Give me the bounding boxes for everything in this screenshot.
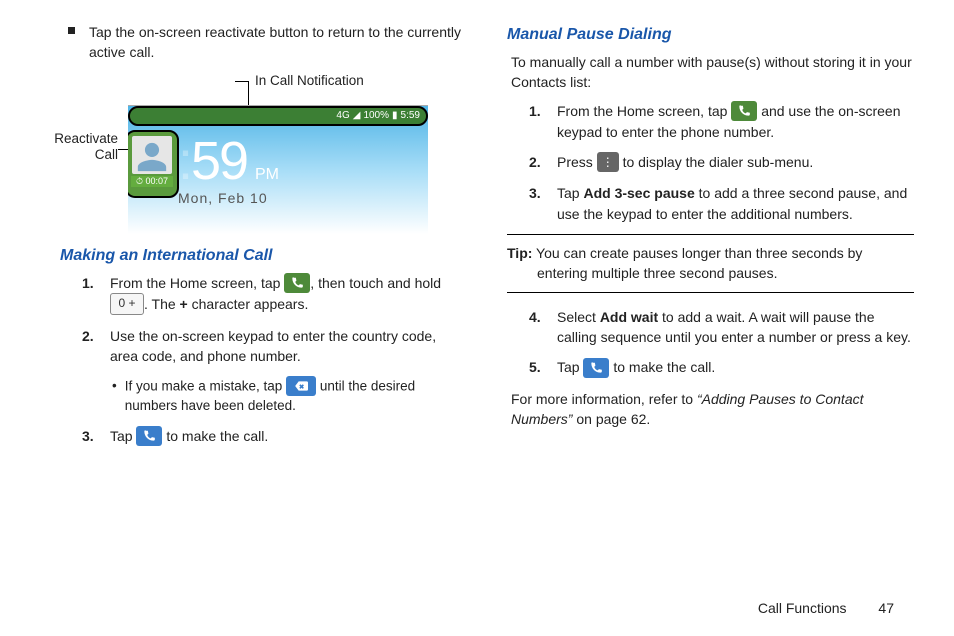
call-button-icon <box>136 426 162 446</box>
reactivate-call-widget: ⏱ 00:07 <box>128 130 179 198</box>
mp-step-5: 5. Tap to make the call. <box>529 357 914 378</box>
sub-text-a: If you make a mistake, tap <box>125 378 286 393</box>
clock-ampm: PM <box>255 166 279 183</box>
step-3: 3. Tap to make the call. <box>82 426 467 447</box>
footer-section: Call Functions <box>758 600 847 616</box>
mp5-text-a: Tap <box>557 359 583 375</box>
backspace-icon <box>286 376 316 396</box>
intro-text: To manually call a number with pause(s) … <box>511 52 914 93</box>
ref-text-a: For more information, refer to <box>511 391 697 407</box>
mp2-text-b: to display the dialer sub-menu. <box>623 154 814 170</box>
heading-manual-pause: Manual Pause Dialing <box>507 26 914 44</box>
page-footer: Call Functions 47 <box>758 600 894 616</box>
step-1: 1. From the Home screen, tap , then touc… <box>82 273 467 317</box>
callout-reactivate-line2: Call <box>95 147 118 162</box>
callout-in-call-notification: In Call Notification <box>255 73 364 89</box>
call-timer: ⏱ 00:07 <box>131 176 173 187</box>
call-button-icon <box>583 358 609 378</box>
ref-text-b: on page 62. <box>576 411 650 427</box>
add-3sec-label: Add 3-sec pause <box>583 185 694 201</box>
clock-minutes: 59 <box>191 131 247 191</box>
zero-plus-key: 0 + <box>110 293 144 315</box>
mp5-text-b: to make the call. <box>613 359 715 375</box>
step3-text-b: to make the call. <box>166 428 268 444</box>
step-2-sub: • If you make a mistake, tap until the d… <box>112 377 467 416</box>
mp-step-3: 3. Tap Add 3-sec pause to add a three se… <box>529 183 914 224</box>
clock-date: Mon, Feb 10 <box>178 190 279 206</box>
plus-char: + <box>180 296 188 312</box>
step-number: 3. <box>82 426 100 447</box>
mp4-text-a: Select <box>557 309 600 325</box>
callout-reactivate-call: Reactivate Call <box>42 131 118 163</box>
mp1-text-a: From the Home screen, tap <box>557 103 731 119</box>
bullet-text: Tap the on-screen reactivate button to r… <box>89 22 467 63</box>
mp2-text-a: Press <box>557 154 597 170</box>
step-number: 1. <box>529 101 547 143</box>
mp-step-2: 2. Press ⋮ to display the dialer sub-men… <box>529 152 914 173</box>
phone-screenshot: 4G ◢ 100% ▮ 5:59 ⏱ 00:07 :59 PM <box>128 105 428 234</box>
heading-international-call: Making an International Call <box>60 247 467 265</box>
mp3-text-a: Tap <box>557 185 583 201</box>
status-clock: 5:59 <box>401 110 420 121</box>
timer-value: 00:07 <box>146 176 169 186</box>
menu-icon: ⋮ <box>597 152 619 172</box>
step-2: 2. Use the on-screen keypad to enter the… <box>82 326 467 367</box>
square-bullet-icon <box>68 27 75 34</box>
right-column: Manual Pause Dialing To manually call a … <box>507 22 914 550</box>
phone-icon <box>731 101 757 121</box>
cross-reference: For more information, refer to “Adding P… <box>511 389 914 430</box>
footer-page-number: 47 <box>878 600 894 616</box>
step-number: 4. <box>529 307 547 348</box>
battery-icon: ▮ <box>392 110 398 121</box>
status-battery-pct: 100% <box>363 110 389 121</box>
mp-step-1: 1. From the Home screen, tap and use the… <box>529 101 914 143</box>
avatar-icon <box>132 136 172 174</box>
step1-text-d: character appears. <box>188 296 309 312</box>
tip-box: Tip: You can create pauses longer than t… <box>507 234 914 293</box>
tip-text-b: entering multiple three second pauses. <box>507 263 914 283</box>
step-number: 1. <box>82 273 100 317</box>
status-4g-label: 4G <box>336 110 349 121</box>
status-bar: 4G ◢ 100% ▮ 5:59 <box>128 106 428 126</box>
step-number: 3. <box>529 183 547 224</box>
tip-text-a: You can create pauses longer than three … <box>532 245 862 261</box>
step1-text-c: . The <box>144 296 180 312</box>
add-wait-label: Add wait <box>600 309 658 325</box>
in-call-figure: In Call Notification Reactivate Call 4G … <box>60 71 467 241</box>
bullet-item: Tap the on-screen reactivate button to r… <box>60 22 467 63</box>
step-number: 2. <box>529 152 547 173</box>
step-number: 2. <box>82 326 100 367</box>
phone-icon <box>284 273 310 293</box>
step-number: 5. <box>529 357 547 378</box>
mp-step-4: 4. Select Add wait to add a wait. A wait… <box>529 307 914 348</box>
dot-bullet-icon: • <box>112 377 117 416</box>
step3-text-a: Tap <box>110 428 136 444</box>
step1-text-a: From the Home screen, tap <box>110 275 284 291</box>
signal-icon: ◢ <box>353 110 361 121</box>
step2-text: Use the on-screen keypad to enter the co… <box>110 326 467 367</box>
lock-screen-clock: :59 PM Mon, Feb 10 <box>178 130 279 206</box>
step1-text-b: , then touch and hold <box>310 275 441 291</box>
callout-reactivate-line1: Reactivate <box>54 131 118 146</box>
tip-label: Tip: <box>507 245 532 261</box>
left-column: Tap the on-screen reactivate button to r… <box>60 22 467 550</box>
